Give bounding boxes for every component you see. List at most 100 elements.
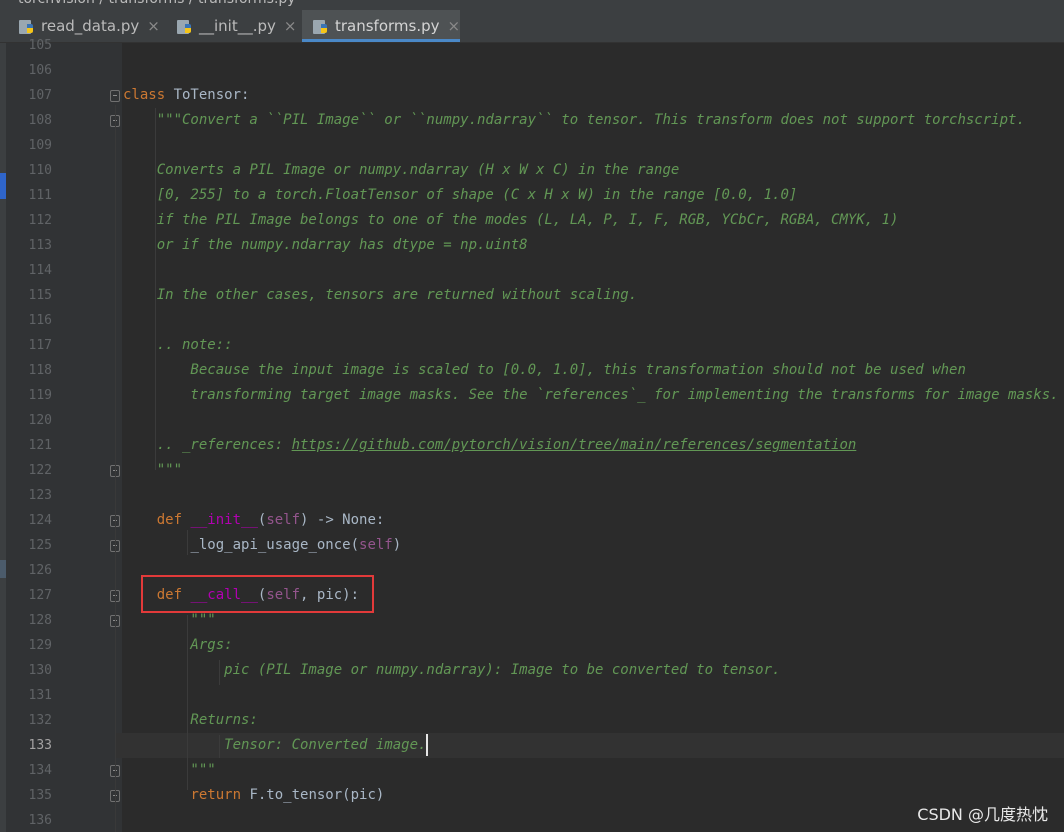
line-number: 121 [28, 438, 52, 453]
line-number: 107 [28, 88, 52, 103]
code-line: [0, 255] to a torch.FloatTensor of shape… [123, 183, 798, 208]
code-token: Returns: [123, 712, 258, 728]
indent-guide [187, 530, 188, 555]
line-number: 134 [28, 763, 52, 778]
code-token: ToTensor: [173, 87, 250, 103]
code-line: return F.to_tensor(pic) [123, 783, 384, 808]
code-token: Tensor: Converted image. [123, 737, 427, 753]
code-line: Args: [123, 633, 233, 658]
fold-guide [115, 105, 116, 832]
python-file-icon [18, 17, 36, 35]
line-number: 120 [28, 413, 52, 428]
code-token: F.to_tensor(pic) [249, 787, 385, 803]
line-number: 124 [28, 513, 52, 528]
line-number: 110 [28, 163, 52, 178]
line-number: 119 [28, 388, 52, 403]
line-number: 115 [28, 288, 52, 303]
code-token: __init__ [190, 512, 258, 528]
code-token: class [123, 87, 174, 103]
line-number: 135 [28, 788, 52, 803]
python-file-icon [312, 17, 330, 35]
code-line: """ [123, 758, 216, 783]
code-token: self [359, 537, 393, 553]
line-number: 123 [28, 488, 52, 503]
code-token: """Convert a ``PIL Image`` or ``numpy.nd… [123, 112, 1025, 128]
line-number: 133 [28, 738, 52, 753]
indent-guide [219, 660, 220, 685]
close-icon[interactable]: × [284, 17, 297, 35]
code-line: transforming target image masks. See the… [123, 383, 1058, 408]
indent-guide [155, 108, 156, 470]
tab-transforms-py[interactable]: transforms.py × [302, 10, 460, 42]
breadcrumb-text: torchvision / transforms / transforms.py [18, 0, 296, 7]
code-line: Returns: [123, 708, 258, 733]
line-number: 111 [28, 188, 52, 203]
code-line: Tensor: Converted image. [123, 733, 429, 758]
highlight-box-annotation [141, 575, 374, 613]
code-token: """ [123, 762, 216, 778]
line-number: 118 [28, 363, 52, 378]
line-number-gutter: 105 106 107 108 109 110 111 112 113 114 115 116 117 1… [6, 38, 122, 832]
code-token: Because the input image is scaled to [0.… [123, 362, 966, 378]
code-token: or if the numpy.ndarray has dtype = np.u… [123, 237, 528, 253]
code-line: _log_api_usage_once(self) [123, 533, 401, 558]
tab-label: transforms.py [335, 17, 440, 35]
code-token: """ [123, 462, 183, 478]
indent-guide [219, 735, 220, 758]
code-line: In the other cases, tensors are returned… [123, 283, 637, 308]
watermark: CSDN @几度热忱 [917, 805, 1048, 824]
indent-guide [187, 615, 188, 790]
code-line: class ToTensor: [123, 83, 249, 108]
code-token: self [266, 512, 301, 528]
line-number: 116 [28, 313, 52, 328]
line-number: 112 [28, 213, 52, 228]
code-token: if the PIL Image belongs to one of the m… [123, 212, 899, 228]
code-token: return [190, 787, 250, 803]
line-number: 132 [28, 713, 52, 728]
code-token: """ [123, 612, 216, 628]
line-number: 128 [28, 613, 52, 628]
code-line: or if the numpy.ndarray has dtype = np.u… [123, 233, 528, 258]
code-token: .. _references: [123, 437, 292, 453]
close-icon[interactable]: × [147, 17, 160, 35]
fold-marker-icon[interactable] [110, 90, 120, 102]
line-number: 105 [28, 38, 52, 53]
code-line: .. _references: https://github.com/pytor… [123, 433, 857, 458]
code-line: def __init__(self) -> None: [123, 508, 385, 533]
breadcrumb: torchvision / transforms / transforms.py [0, 0, 1064, 10]
code-token: https://github.com/pytorch/vision/tree/m… [291, 437, 857, 453]
code-token: ) [392, 537, 402, 553]
line-number: 126 [28, 563, 52, 578]
code-token: _log_api_usage_once( [190, 537, 360, 553]
code-line: Converts a PIL Image or numpy.ndarray (H… [123, 158, 680, 183]
line-number: 117 [28, 338, 52, 353]
line-number: 130 [28, 663, 52, 678]
line-number: 113 [28, 238, 52, 253]
line-number: 131 [28, 688, 52, 703]
code-line: pic (PIL Image or numpy.ndarray): Image … [123, 658, 780, 683]
editor-tab-bar: read_data.py × __init__.py × transforms.py × [0, 10, 1064, 43]
code-token: In the other cases, tensors are returned… [123, 287, 638, 303]
python-file-icon [176, 17, 194, 35]
line-number: 136 [28, 813, 52, 828]
code-token: pic (PIL Image or numpy.ndarray): Image … [123, 662, 781, 678]
code-token: Converts a PIL Image or numpy.ndarray (H… [123, 162, 680, 178]
line-number: 122 [28, 463, 52, 478]
close-icon[interactable]: × [448, 17, 461, 35]
tab-init-py[interactable]: __init__.py × [166, 10, 298, 42]
line-number: 108 [28, 113, 52, 128]
code-line: .. note:: [123, 333, 233, 358]
line-number: 129 [28, 638, 52, 653]
code-token: Args: [123, 637, 233, 653]
line-number: 125 [28, 538, 52, 553]
line-number: 109 [28, 138, 52, 153]
code-token: [0, 255] to a torch.FloatTensor of shape… [123, 187, 798, 203]
tab-label: __init__.py [199, 17, 276, 35]
tab-label: read_data.py [41, 17, 140, 35]
line-number: 106 [28, 63, 52, 78]
code-token: def [156, 512, 191, 528]
code-line: if the PIL Image belongs to one of the m… [123, 208, 899, 233]
